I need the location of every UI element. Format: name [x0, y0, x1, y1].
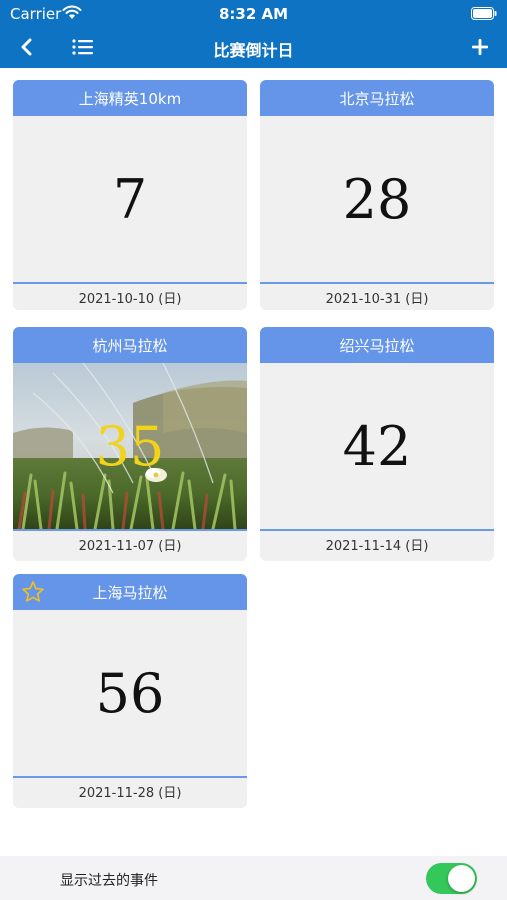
plus-icon — [472, 39, 488, 55]
days-remaining: 7 — [112, 167, 148, 231]
event-date: 2021-10-31 (日) — [325, 291, 429, 307]
days-remaining: 56 — [95, 661, 165, 725]
add-event-button[interactable] — [465, 32, 495, 62]
status-time: 8:32 AM — [218, 5, 289, 23]
days-remaining: 35 — [95, 414, 165, 478]
event-card-title: 绍兴马拉松 — [260, 327, 494, 363]
event-card[interactable]: 上海精英10km 7 2021-10-10 (日) — [13, 80, 247, 310]
show-past-events-bar: 显示过去的事件 — [0, 856, 507, 900]
show-past-events-label: 显示过去的事件 — [60, 873, 158, 889]
nav-bar: 比赛倒计日 — [0, 28, 507, 68]
event-date: 2021-11-14 (日) — [325, 538, 429, 554]
event-date: 2021-11-07 (日) — [78, 538, 182, 554]
toggle-knob — [448, 865, 475, 892]
days-remaining: 28 — [342, 167, 412, 231]
show-past-events-toggle[interactable] — [426, 863, 477, 894]
event-card-body: 42 — [260, 363, 494, 529]
event-card-title: 北京马拉松 — [260, 80, 494, 116]
event-card-title: 上海精英10km — [13, 80, 247, 116]
star-icon[interactable] — [21, 580, 45, 604]
event-date: 2021-10-10 (日) — [78, 291, 182, 307]
page-title: 比赛倒计日 — [213, 41, 294, 60]
event-card-title: 上海马拉松 — [13, 574, 247, 610]
event-card-title: 杭州马拉松 — [13, 327, 247, 363]
status-bar: Carrier 8:32 AM — [0, 0, 507, 28]
event-card[interactable]: 北京马拉松 28 2021-10-31 (日) — [260, 80, 494, 310]
event-card[interactable]: 上海马拉松 56 2021-11-28 (日) — [13, 574, 247, 808]
event-card-body: 28 — [260, 116, 494, 282]
event-card-body: 35 — [13, 363, 247, 529]
event-card-body: 7 — [13, 116, 247, 282]
event-date: 2021-11-28 (日) — [78, 785, 182, 801]
event-card[interactable]: 绍兴马拉松 42 2021-11-14 (日) — [260, 327, 494, 561]
event-card-body: 56 — [13, 610, 247, 776]
days-remaining: 42 — [342, 414, 412, 478]
top-bar: Carrier 8:32 AM 比赛倒计日 — [0, 0, 507, 68]
battery-icon — [471, 7, 497, 20]
event-card[interactable]: 杭州马拉松 35 2021-11-07 (日) — [13, 327, 247, 561]
